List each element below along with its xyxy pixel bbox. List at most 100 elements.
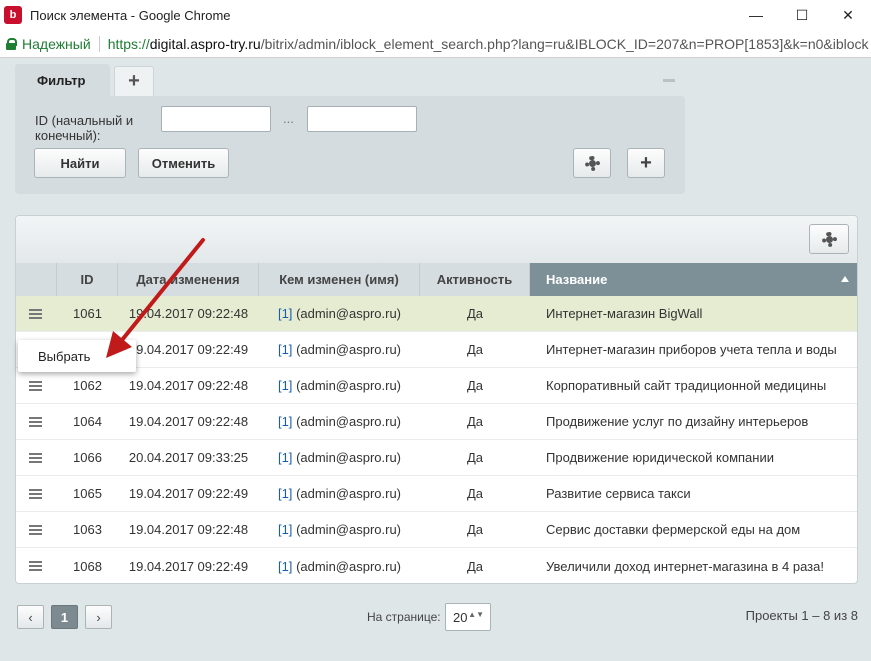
user-email: (admin@aspro.ru) (296, 558, 402, 574)
cell-name: Корпоративный сайт традиционной медицины (546, 378, 827, 393)
user-email: (admin@aspro.ru) (296, 342, 402, 357)
prev-page-button[interactable]: ‹ (17, 605, 44, 629)
cell-date: 19.04.2017 09:22:49 (128, 342, 249, 357)
maximize-icon[interactable]: ☐ (779, 0, 825, 30)
cell-name: Развитие сервиса такси (546, 486, 691, 501)
next-page-button[interactable]: › (85, 605, 112, 629)
page-1-button[interactable]: 1 (51, 605, 78, 629)
cell-name: Интернет-магазин приборов учета тепла и … (546, 342, 837, 357)
cell-date: 19.04.2017 09:22:49 (128, 486, 249, 501)
secure-label: Надежный (22, 35, 91, 52)
table-row[interactable]: 1063 19.04.2017 09:22:48 [1] (admin@aspr… (16, 512, 857, 548)
address-separator (98, 35, 100, 52)
user-link[interactable]: [1] (278, 450, 292, 465)
column-name[interactable]: Название (530, 263, 857, 296)
table-row[interactable]: 1061 19.04.2017 09:22:48 [1] (admin@aspr… (16, 296, 857, 332)
cell-modified-by: [1] (admin@aspro.ru) (259, 368, 420, 404)
add-field-button[interactable]: + (627, 148, 665, 178)
gear-icon (821, 231, 837, 247)
filter-settings-button[interactable] (573, 148, 611, 178)
add-filter-tab-button[interactable]: + (114, 66, 154, 96)
cancel-button[interactable]: Отменить (138, 148, 229, 178)
cell-id: 1062 (73, 378, 102, 393)
column-id[interactable]: ID (57, 263, 118, 296)
id-from-input[interactable] (161, 106, 271, 132)
user-link[interactable]: [1] (278, 522, 292, 537)
user-email: (admin@aspro.ru) (296, 486, 402, 501)
range-separator: ... (283, 111, 294, 126)
grid-header: ID Дата изменения Кем изменен (имя) Акти… (16, 263, 857, 296)
column-date[interactable]: Дата изменения (118, 263, 259, 296)
menu-icon (29, 488, 42, 499)
row-menu-button[interactable] (16, 368, 57, 404)
table-row[interactable]: 1065 19.04.2017 09:22:49 [1] (admin@aspr… (16, 476, 857, 512)
close-icon[interactable]: ✕ (825, 0, 871, 30)
url-host: digital.aspro-try.ru (149, 35, 261, 52)
table-row[interactable]: 1062 19.04.2017 09:22:48 [1] (admin@aspr… (16, 368, 857, 404)
window-title: Поиск элемента - Google Chrome (30, 7, 231, 23)
cell-id: 1066 (73, 450, 102, 465)
row-menu-button[interactable] (16, 296, 57, 332)
id-to-input[interactable] (307, 106, 417, 132)
user-link[interactable]: [1] (278, 559, 292, 574)
cell-date: 19.04.2017 09:22:49 (128, 558, 249, 574)
cell-id: 1068 (73, 558, 102, 574)
cell-modified-by: [1] (admin@aspro.ru) (259, 296, 420, 332)
cell-date: 19.04.2017 09:22:48 (128, 522, 249, 537)
url-text[interactable]: https://digital.aspro-try.ru/bitrix/admi… (108, 36, 869, 52)
user-link[interactable]: [1] (278, 342, 292, 357)
collapse-icon[interactable] (663, 79, 675, 82)
menu-icon (29, 452, 42, 463)
table-row[interactable]: 1067 19.04.2017 09:22:49 [1] (admin@aspr… (16, 332, 857, 368)
grid-toolbar (16, 216, 857, 263)
per-page-select[interactable]: 20 ▲▼ (445, 603, 491, 631)
menu-icon (29, 380, 42, 391)
id-range-label: ID (начальный и конечный): (35, 113, 134, 143)
user-email: (admin@aspro.ru) (296, 378, 402, 393)
column-modified-by[interactable]: Кем изменен (имя) (259, 263, 420, 296)
row-menu-button[interactable] (16, 404, 57, 440)
per-page-value: 20 (453, 609, 468, 625)
cell-active: Да (466, 306, 484, 321)
address-bar[interactable]: Надежный https://digital.aspro-try.ru/bi… (0, 30, 871, 58)
table-row[interactable]: 1068 19.04.2017 09:22:49 [1] (admin@aspr… (16, 548, 857, 583)
app-logo-icon: b (4, 6, 22, 24)
table-row[interactable]: 1066 20.04.2017 09:33:25 [1] (admin@aspr… (16, 440, 857, 476)
user-email: (admin@aspro.ru) (296, 414, 402, 429)
row-menu-button[interactable] (16, 440, 57, 476)
user-email: (admin@aspro.ru) (296, 450, 402, 465)
context-menu-select[interactable]: Выбрать (18, 340, 136, 372)
user-link[interactable]: [1] (278, 378, 292, 393)
url-protocol: https:// (107, 35, 150, 52)
cell-date: 19.04.2017 09:22:48 (128, 378, 249, 393)
tab-filter[interactable]: Фильтр (15, 64, 110, 96)
cell-id: 1061 (73, 306, 102, 321)
column-actions (16, 263, 57, 296)
row-menu-button[interactable] (16, 512, 57, 548)
cell-active: Да (466, 486, 484, 501)
column-active[interactable]: Активность (420, 263, 530, 296)
table-row[interactable]: 1064 19.04.2017 09:22:48 [1] (admin@aspr… (16, 404, 857, 440)
row-menu-button[interactable] (16, 548, 57, 583)
menu-icon (29, 416, 42, 427)
total-count: Проекты 1 – 8 из 8 (745, 608, 858, 623)
grid-settings-button[interactable] (809, 224, 849, 254)
cell-name: Сервис доставки фермерской еды на дом (546, 522, 801, 537)
menu-icon (29, 561, 42, 571)
cell-modified-by: [1] (admin@aspro.ru) (259, 476, 420, 512)
user-link[interactable]: [1] (278, 306, 292, 321)
user-email: (admin@aspro.ru) (296, 522, 402, 537)
user-link[interactable]: [1] (278, 486, 292, 501)
cell-active: Да (466, 558, 484, 574)
gear-icon (584, 155, 600, 171)
minimize-icon[interactable]: — (733, 0, 779, 30)
user-link[interactable]: [1] (278, 414, 292, 429)
grid-body: 1061 19.04.2017 09:22:48 [1] (admin@aspr… (16, 296, 857, 583)
row-menu-button[interactable] (16, 476, 57, 512)
find-button[interactable]: Найти (34, 148, 126, 178)
stepper-icon: ▲▼ (468, 610, 484, 619)
lock-icon (6, 37, 17, 50)
cell-active: Да (466, 414, 484, 429)
cell-modified-by: [1] (admin@aspro.ru) (259, 440, 420, 476)
cell-id: 1065 (73, 486, 102, 501)
